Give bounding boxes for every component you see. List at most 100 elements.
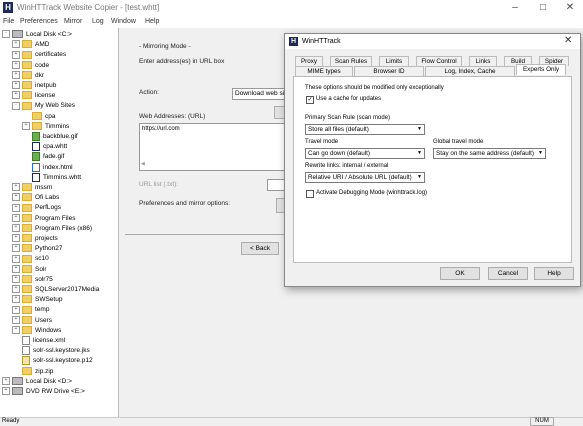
rewrite-links-value: Relative URI / Absolute URL (default) bbox=[308, 174, 412, 181]
tree-item[interactable]: + Program Files bbox=[12, 213, 75, 224]
expand-icon[interactable]: + bbox=[12, 264, 20, 273]
tab-browser-id[interactable]: Browser ID bbox=[354, 66, 424, 76]
tree-item-label: DVD RW Drive <E:> bbox=[26, 388, 85, 395]
action-select[interactable]: Download web sit bbox=[232, 88, 288, 100]
expand-icon[interactable]: + bbox=[12, 60, 20, 69]
maximize-icon[interactable]: □ bbox=[536, 2, 550, 13]
expand-icon[interactable]: + bbox=[12, 315, 20, 324]
tree-item[interactable]: cpa bbox=[22, 111, 55, 122]
tree-item[interactable]: + Ofi Labs bbox=[12, 193, 59, 203]
tree-item[interactable]: + code bbox=[12, 60, 49, 71]
tab-scan-rules[interactable]: Scan Rules bbox=[330, 56, 372, 66]
tree-item[interactable]: + sc10 bbox=[12, 254, 49, 264]
tree-item-label: solr-ssl.keystore.jks bbox=[33, 347, 90, 355]
status-text: Ready bbox=[2, 418, 20, 424]
tree-item[interactable]: + Timmins bbox=[22, 122, 69, 132]
expand-icon[interactable]: + bbox=[12, 326, 20, 335]
menu-help[interactable]: Help bbox=[145, 18, 159, 25]
travel-mode-select[interactable]: Can go down (default) ▼ bbox=[305, 148, 425, 159]
menu-window[interactable]: Window bbox=[111, 18, 136, 25]
expand-icon[interactable]: + bbox=[12, 91, 20, 100]
expand-icon[interactable]: + bbox=[12, 285, 20, 294]
tree-item[interactable]: + mssm bbox=[12, 183, 52, 193]
expand-icon[interactable]: + bbox=[12, 254, 20, 263]
expand-icon[interactable]: + bbox=[12, 275, 20, 284]
tree-item[interactable]: + solr75 bbox=[12, 275, 53, 285]
tab-experts-only[interactable]: Experts Only bbox=[516, 64, 566, 75]
expand-icon[interactable]: + bbox=[12, 213, 20, 222]
tab-log-index-cache[interactable]: Log, Index, Cache bbox=[425, 66, 515, 76]
expand-icon[interactable]: + bbox=[22, 122, 30, 131]
expand-icon[interactable]: + bbox=[12, 71, 20, 80]
tree-item[interactable]: license.xml bbox=[12, 336, 65, 346]
tree-item[interactable]: Timmins.whtt bbox=[22, 172, 81, 183]
tree-item[interactable]: + SWSetup bbox=[12, 295, 62, 305]
expand-icon[interactable]: + bbox=[12, 193, 20, 202]
expand-icon[interactable]: + bbox=[12, 203, 20, 212]
tree-item[interactable]: - Local Disk <C:> bbox=[2, 30, 72, 40]
tree-item[interactable]: + temp bbox=[12, 305, 49, 315]
global-travel-select[interactable]: Stay on the same address (default) ▼ bbox=[433, 148, 546, 159]
tree-item[interactable]: + projects bbox=[12, 234, 58, 244]
minimize-icon[interactable]: – bbox=[508, 2, 522, 13]
tree-item[interactable]: - My Web Sites bbox=[12, 101, 75, 111]
expand-icon[interactable]: + bbox=[12, 50, 20, 59]
tree-item[interactable]: + DVD RW Drive <E:> bbox=[2, 387, 85, 397]
expand-icon[interactable]: + bbox=[12, 40, 20, 49]
tree-item-label: dkr bbox=[35, 71, 45, 79]
tree-item[interactable]: + SQLServer2017Media bbox=[12, 285, 99, 295]
tree-item[interactable]: + Solr bbox=[12, 264, 47, 275]
expand-icon[interactable]: + bbox=[2, 387, 10, 396]
tree-item[interactable]: cpa.whtt bbox=[22, 142, 67, 152]
menu-file[interactable]: File bbox=[3, 18, 14, 25]
tab-links[interactable]: Links bbox=[469, 56, 497, 66]
collapse-icon[interactable]: - bbox=[12, 101, 20, 110]
use-cache-checkbox[interactable]: ✓ bbox=[306, 96, 314, 104]
tab-proxy[interactable]: Proxy bbox=[295, 56, 323, 66]
menu-preferences[interactable]: Preferences bbox=[20, 18, 58, 25]
tree-item[interactable]: + Program Files (x86) bbox=[12, 224, 92, 234]
tree-item[interactable]: fade.gif bbox=[22, 152, 64, 162]
tree-item[interactable]: + Python27 bbox=[12, 244, 62, 254]
tree-item[interactable]: + dkr bbox=[12, 71, 44, 81]
expand-icon[interactable]: + bbox=[12, 234, 20, 243]
tree-item[interactable]: + inetpub bbox=[12, 81, 56, 91]
tree-item[interactable]: + license bbox=[12, 91, 55, 101]
expand-icon[interactable]: + bbox=[12, 81, 20, 90]
tree-item-label: Program Files (x86) bbox=[35, 224, 93, 232]
expand-icon[interactable]: + bbox=[12, 244, 20, 253]
tab-mime-types[interactable]: MIME types bbox=[295, 66, 353, 76]
expand-icon[interactable]: + bbox=[12, 295, 20, 304]
tree-item[interactable]: index.html bbox=[22, 162, 73, 173]
tree-item[interactable]: solr-ssl.keystore.jks bbox=[12, 346, 90, 356]
tree-item[interactable]: + Users bbox=[12, 315, 52, 326]
tab-flow-control[interactable]: Flow Control bbox=[416, 56, 462, 66]
tree-item[interactable]: + Local Disk <D:> bbox=[2, 377, 72, 387]
menu-log[interactable]: Log bbox=[92, 18, 104, 25]
tab-limits[interactable]: Limits bbox=[379, 56, 409, 66]
menu-mirror[interactable]: Mirror bbox=[64, 18, 82, 25]
debug-mode-checkbox[interactable] bbox=[306, 190, 314, 198]
tree-item[interactable]: zip.zip bbox=[12, 366, 53, 377]
tree-item[interactable]: + PerfLogs bbox=[12, 203, 61, 213]
rewrite-links-select[interactable]: Relative URI / Absolute URL (default) ▼ bbox=[305, 172, 425, 183]
tree-item[interactable]: solr-ssl.keystore.p12 bbox=[12, 356, 93, 366]
cancel-button[interactable]: Cancel bbox=[488, 267, 528, 280]
primary-scan-select[interactable]: Store all files (default) ▼ bbox=[305, 124, 425, 135]
dialog-close-icon[interactable]: ✕ bbox=[564, 35, 572, 46]
tree-item[interactable]: + certificates bbox=[12, 50, 66, 60]
expand-icon[interactable]: + bbox=[12, 305, 20, 314]
expand-icon[interactable]: + bbox=[2, 377, 10, 386]
tree-item[interactable]: + Windows bbox=[12, 326, 61, 336]
scroll-left-icon[interactable]: ◀ bbox=[141, 161, 145, 167]
expand-icon[interactable]: + bbox=[12, 224, 20, 233]
expand-icon[interactable]: + bbox=[12, 183, 20, 192]
folder-tree[interactable]: - Local Disk <C:> + AMD + certificates + code + d… bbox=[0, 28, 118, 418]
tree-item[interactable]: backblue.gif bbox=[22, 132, 78, 142]
back-button[interactable]: < Back bbox=[241, 242, 279, 255]
close-icon[interactable]: ✕ bbox=[563, 2, 577, 13]
ok-button[interactable]: OK bbox=[440, 267, 480, 280]
tree-item[interactable]: + AMD bbox=[12, 40, 49, 50]
collapse-icon[interactable]: - bbox=[2, 30, 10, 39]
help-button[interactable]: Help bbox=[534, 267, 574, 280]
